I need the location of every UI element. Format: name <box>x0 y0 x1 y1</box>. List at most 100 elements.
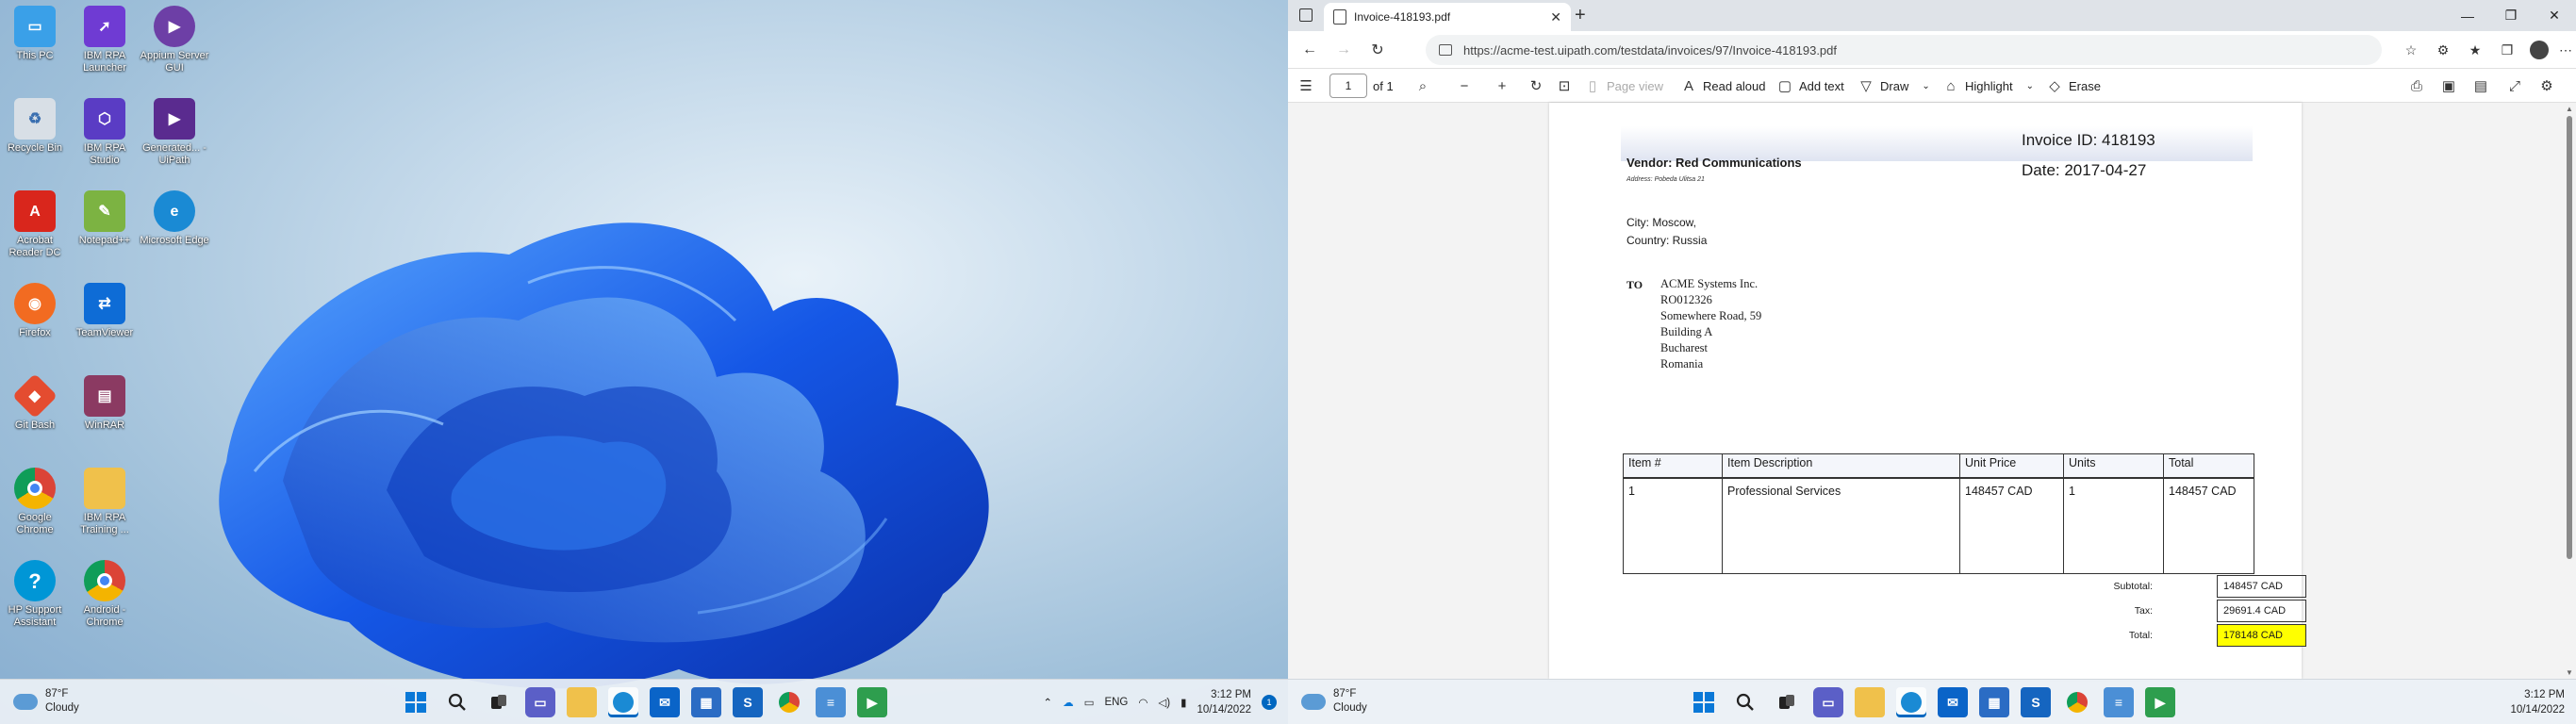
desktop-icon-ibm-training-folder[interactable]: IBM RPA Training ... <box>70 462 140 536</box>
mail-icon[interactable]: ✉ <box>1938 687 1968 717</box>
url-field[interactable]: https://acme-test.uipath.com/testdata/in… <box>1426 35 2382 65</box>
desktop-icon-winrar[interactable]: ▤ WinRAR <box>70 370 140 432</box>
desktop-icon-acrobat[interactable]: A Acrobat Reader DC <box>0 185 70 259</box>
sap-icon[interactable]: S <box>733 687 763 717</box>
subtotal-value: 148457 CAD <box>2217 575 2306 598</box>
collections-icon[interactable]: ❐ <box>2493 37 2521 63</box>
desktop-icon-this-pc[interactable]: ▭ This PC <box>0 0 70 62</box>
desktop-icon-notepad-plus[interactable]: ✎ Notepad++ <box>70 185 140 247</box>
file-explorer-icon[interactable] <box>1855 687 1885 717</box>
chrome-taskbar-icon[interactable] <box>2062 687 2092 717</box>
restore-icon[interactable]: ❐ <box>2489 0 2533 31</box>
close-window-icon[interactable]: ✕ <box>2533 0 2576 31</box>
zoom-in-icon[interactable]: + <box>1494 69 1511 103</box>
wifi-icon[interactable]: ◠ <box>1138 696 1148 709</box>
chrome-taskbar-icon[interactable] <box>774 687 804 717</box>
file-explorer-icon[interactable] <box>567 687 597 717</box>
teams-chat-icon[interactable]: ▭ <box>1813 687 1843 717</box>
windows-start-icon[interactable] <box>401 687 431 717</box>
windows-start-icon[interactable] <box>1689 687 1719 717</box>
fit-page-icon[interactable]: ⊡ <box>1556 69 1573 103</box>
search-icon[interactable] <box>442 687 472 717</box>
desktop-icon-ibm-rpa-launcher[interactable]: ➚ IBM RPA Launcher <box>70 0 140 74</box>
add-text-button[interactable]: ▢ Add text <box>1776 69 1844 103</box>
edge-icon: e <box>154 190 195 232</box>
language-indicator[interactable]: ENG <box>1104 697 1128 708</box>
uipath-icon: ▶ <box>154 98 195 140</box>
desktop-icon-hp-support[interactable]: ? HP Support Assistant <box>0 554 70 629</box>
save-as-icon[interactable]: ▤ <box>2472 69 2489 103</box>
store-icon[interactable]: ▦ <box>691 687 721 717</box>
clock[interactable]: 3:12 PM 10/14/2022 <box>2510 687 2565 717</box>
desktop-icon-edge[interactable]: e Microsoft Edge <box>140 185 209 247</box>
task-view-icon[interactable] <box>484 687 514 717</box>
refresh-icon[interactable]: ↻ <box>1363 37 1392 63</box>
fullscreen-icon[interactable]: ⤢ <box>2506 69 2523 103</box>
erase-button[interactable]: ◇ Erase <box>2046 69 2101 103</box>
edge-taskbar-icon[interactable] <box>608 687 638 717</box>
search-icon[interactable] <box>1730 687 1760 717</box>
highlight-button[interactable]: ⌂ Highlight ⌄ <box>1942 69 2034 103</box>
tab-actions-icon[interactable] <box>1299 8 1313 22</box>
profile-avatar[interactable] <box>2525 37 2553 63</box>
sap-icon[interactable]: S <box>2021 687 2051 717</box>
desktop-icon-recycle-bin[interactable]: ♻ Recycle Bin <box>0 92 70 155</box>
scrollbar-thumb[interactable] <box>2567 116 2572 559</box>
desktop-icon-teamviewer[interactable]: ⇄ TeamViewer <box>70 277 140 339</box>
forward-icon[interactable]: → <box>1329 37 1358 63</box>
teams-chat-icon[interactable]: ▭ <box>525 687 555 717</box>
desktop-icon-uipath[interactable]: ▶ Generated... - UiPath <box>140 92 209 167</box>
uipath-assistant-icon[interactable]: ▶ <box>2145 687 2175 717</box>
column-header: Units <box>2063 453 2164 479</box>
zoom-out-icon[interactable]: − <box>1456 69 1473 103</box>
close-tab-icon[interactable]: ✕ <box>1550 9 1561 25</box>
draw-button[interactable]: ▽ Draw ⌄ <box>1858 69 1930 103</box>
new-tab-icon[interactable]: + <box>1575 5 1586 26</box>
minimize-icon[interactable]: — <box>2446 0 2489 31</box>
desktop-icon-ibm-rpa-studio[interactable]: ⬡ IBM RPA Studio <box>70 92 140 167</box>
save-icon[interactable]: ▣ <box>2440 69 2457 103</box>
find-icon[interactable]: ⌕ <box>1414 69 1431 103</box>
edge-taskbar-icon[interactable] <box>1896 687 1926 717</box>
store-icon[interactable]: ▦ <box>1979 687 2009 717</box>
page-view-button[interactable]: ▯ Page view <box>1584 69 1663 103</box>
task-view-icon[interactable] <box>1772 687 1802 717</box>
favorites-icon[interactable]: ★ <box>2461 37 2489 63</box>
chevron-down-icon[interactable]: ⌄ <box>1922 81 1929 91</box>
desktop-icon-google-chrome[interactable]: Google Chrome <box>0 462 70 536</box>
desktop-icon-firefox[interactable]: ◉ Firefox <box>0 277 70 339</box>
chevron-up-icon[interactable]: ⌃ <box>1043 696 1052 709</box>
notepad-icon[interactable]: ≡ <box>816 687 846 717</box>
page-number-input[interactable]: 1 <box>1329 74 1367 98</box>
print-icon[interactable]: ⎙ <box>2408 69 2425 103</box>
clock[interactable]: 3:12 PM 10/14/2022 <box>1197 687 1251 717</box>
volume-icon[interactable]: ◁) <box>1158 696 1170 709</box>
onedrive-icon[interactable]: ☁ <box>1063 696 1074 709</box>
scrollbar[interactable]: ▲ ▼ <box>2563 103 2576 679</box>
back-icon[interactable]: ← <box>1296 37 1324 63</box>
weather-widget[interactable]: 87°F Cloudy <box>13 687 79 716</box>
more-menu-icon[interactable]: ⋯ <box>2551 37 2576 63</box>
desktop-icon-appium[interactable]: ▶ Appium Server GUI <box>140 0 209 74</box>
rotate-icon[interactable]: ↻ <box>1527 69 1544 103</box>
contents-icon[interactable]: ☰ <box>1297 69 1314 103</box>
power-icon[interactable]: ▮ <box>1181 696 1186 709</box>
read-aloud-button[interactable]: A Read aloud <box>1680 69 1766 103</box>
favorites-add-icon[interactable]: ☆ <box>2397 37 2425 63</box>
uipath-assistant-icon[interactable]: ▶ <box>857 687 887 717</box>
desktop-icon-android-chrome[interactable]: Android - Chrome <box>70 554 140 629</box>
scroll-up-icon[interactable]: ▲ <box>2566 105 2573 113</box>
security-icon[interactable]: ▭ <box>1084 696 1095 709</box>
desktop-icon-git-bash[interactable]: ◆ Git Bash <box>0 370 70 432</box>
scroll-down-icon[interactable]: ▼ <box>2566 668 2573 677</box>
pdf-file-icon <box>1333 9 1346 25</box>
mail-icon[interactable]: ✉ <box>650 687 680 717</box>
browser-tab[interactable]: Invoice-418193.pdf ✕ <box>1324 3 1571 31</box>
chevron-down-icon[interactable]: ⌄ <box>2026 81 2034 91</box>
notepad-icon[interactable]: ≡ <box>2104 687 2134 717</box>
pdf-settings-icon[interactable]: ⚙ <box>2538 69 2555 103</box>
weather-widget[interactable]: 87°F Cloudy <box>1301 687 1367 716</box>
extensions-icon[interactable]: ⚙ <box>2429 37 2457 63</box>
notification-badge[interactable]: 1 <box>1262 695 1277 710</box>
address-bar-row: ← → ↻ https://acme-test.uipath.com/testd… <box>1288 31 2576 69</box>
